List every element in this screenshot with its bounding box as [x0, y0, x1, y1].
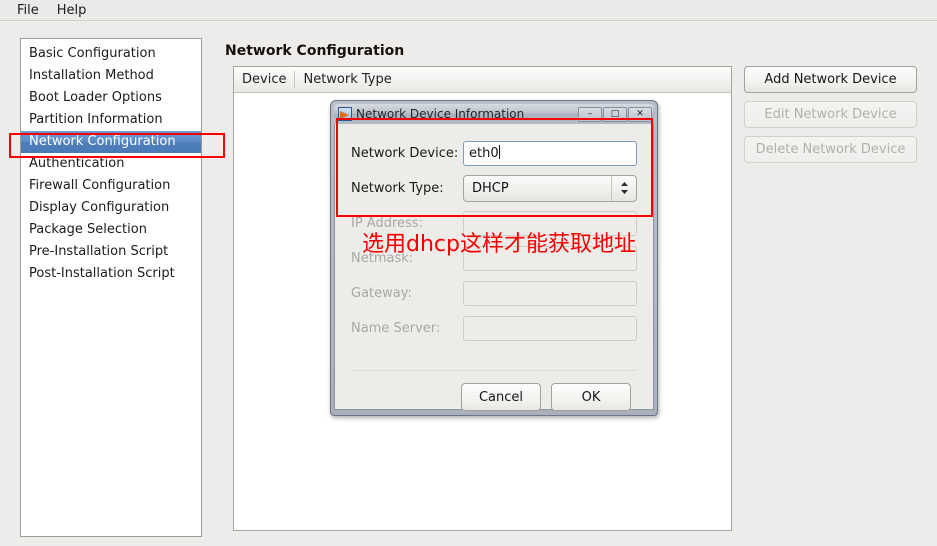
dialog-title: Network Device Information: [356, 107, 525, 121]
network-device-label: Network Device:: [351, 145, 459, 161]
field-row-netmask: Netmask:: [351, 243, 637, 273]
menu-bar: File Help: [0, 0, 937, 21]
sidebar-item-basic-configuration[interactable]: Basic Configuration: [21, 43, 201, 65]
menu-item-help[interactable]: Help: [48, 2, 96, 19]
name-server-label: Name Server:: [351, 320, 441, 336]
sidebar-item-post-installation-script[interactable]: Post-Installation Script: [21, 263, 201, 285]
sidebar-item-authentication[interactable]: Authentication: [21, 153, 201, 175]
column-header-network-type[interactable]: Network Type: [295, 68, 399, 92]
minimize-icon[interactable]: –: [578, 106, 602, 122]
network-type-value: DHCP: [472, 180, 509, 196]
field-row-name-server: Name Server:: [351, 313, 637, 343]
network-type-select[interactable]: DHCP: [463, 174, 637, 202]
application-icon: [338, 107, 352, 121]
minimize-glyph: –: [587, 108, 593, 119]
add-network-device-button[interactable]: Add Network Device: [744, 66, 917, 93]
page-title: Network Configuration: [225, 43, 405, 59]
sidebar-item-display-configuration[interactable]: Display Configuration: [21, 197, 201, 219]
sidebar-item-package-selection[interactable]: Package Selection: [21, 219, 201, 241]
edit-network-device-button: Edit Network Device: [744, 101, 917, 128]
menu-item-file[interactable]: File: [8, 2, 48, 19]
ip-address-input: [463, 210, 637, 236]
dialog-title-bar[interactable]: Network Device Information – □ ✕: [334, 104, 654, 124]
network-device-value: eth0: [469, 145, 499, 161]
sidebar-item-firewall-configuration[interactable]: Firewall Configuration: [21, 175, 201, 197]
text-caret: [498, 144, 500, 159]
gateway-label: Gateway:: [351, 285, 412, 301]
close-glyph: ✕: [636, 108, 644, 119]
delete-network-device-button: Delete Network Device: [744, 136, 917, 163]
field-row-network-type: Network Type: DHCP: [351, 173, 637, 203]
netmask-label: Netmask:: [351, 250, 414, 266]
configuration-step-list[interactable]: Basic Configuration Installation Method …: [20, 38, 202, 537]
dialog-body: Network Device: eth0 Network Type: DHCP …: [334, 124, 654, 411]
close-icon[interactable]: ✕: [628, 106, 652, 122]
network-device-input[interactable]: eth0: [463, 140, 637, 166]
network-type-label: Network Type:: [351, 180, 444, 196]
sidebar-item-boot-loader-options[interactable]: Boot Loader Options: [21, 87, 201, 109]
cancel-button[interactable]: Cancel: [461, 383, 541, 411]
field-row-ip-address: IP Address:: [351, 208, 637, 238]
maximize-icon[interactable]: □: [603, 106, 627, 122]
table-header-row: Device Network Type: [234, 67, 731, 93]
gateway-input: [463, 280, 637, 306]
ip-address-label: IP Address:: [351, 215, 423, 231]
sidebar-item-partition-information[interactable]: Partition Information: [21, 109, 201, 131]
maximize-glyph: □: [610, 108, 620, 119]
sidebar-item-network-configuration[interactable]: Network Configuration: [21, 131, 201, 153]
field-row-gateway: Gateway:: [351, 278, 637, 308]
dialog-separator: [351, 370, 637, 371]
network-device-information-dialog: Network Device Information – □ ✕ Network…: [330, 100, 658, 416]
sidebar-item-installation-method[interactable]: Installation Method: [21, 65, 201, 87]
name-server-input: [463, 315, 637, 341]
ok-button[interactable]: OK: [551, 383, 631, 411]
sidebar-item-pre-installation-script[interactable]: Pre-Installation Script: [21, 241, 201, 263]
netmask-input: [463, 245, 637, 271]
field-row-network-device: Network Device: eth0: [351, 138, 637, 168]
column-header-device[interactable]: Device: [234, 68, 294, 92]
device-action-buttons: Add Network Device Edit Network Device D…: [744, 66, 917, 171]
chevron-updown-icon[interactable]: [611, 175, 636, 201]
